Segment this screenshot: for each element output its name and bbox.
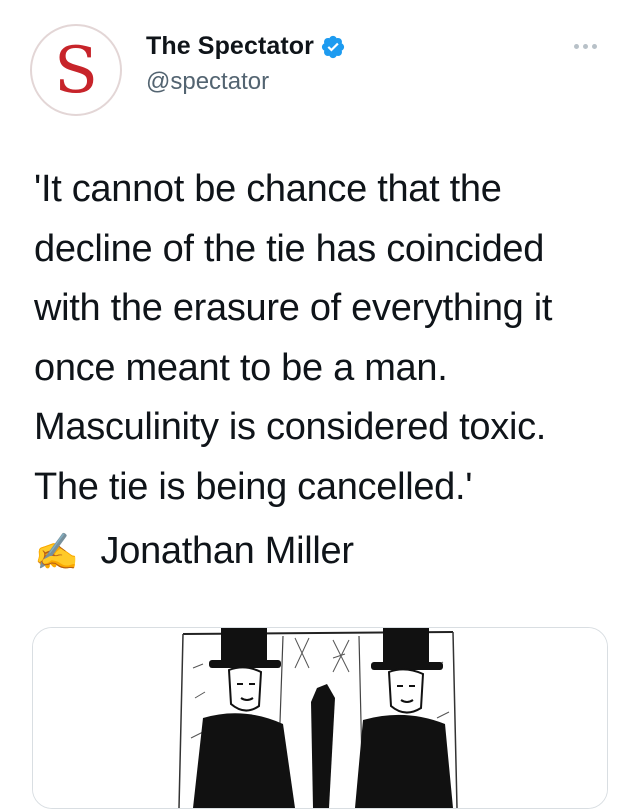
writing-hand-icon: ✍️ — [34, 530, 79, 572]
byline: ✍️ Jonathan Miller — [34, 530, 354, 573]
dot — [592, 44, 597, 49]
verified-badge-icon — [321, 35, 345, 58]
tweet-line: 'It cannot be chance that the — [34, 168, 502, 210]
tweet-line: The tie is being cancelled.' — [34, 465, 473, 508]
more-options-icon[interactable] — [574, 44, 597, 49]
name-row: The Spectator — [146, 32, 346, 61]
avatar[interactable]: S — [30, 24, 122, 116]
tweet-text: 'It cannot be chance that the decline of… — [34, 160, 614, 517]
cartoon-illustration — [33, 628, 607, 808]
tweet-line: decline of the tie has coincided — [34, 227, 545, 270]
display-name[interactable]: The Spectator — [146, 32, 314, 61]
tweet-line: once meant to be a man. — [34, 346, 448, 389]
tweet-line: Masculinity is considered toxic. — [34, 406, 547, 448]
dot — [583, 44, 588, 49]
tweet-line: with the erasure of everything it — [34, 287, 553, 329]
avatar-letter: S — [54, 34, 98, 108]
dot — [574, 44, 579, 49]
byline-author: Jonathan Miller — [100, 530, 355, 572]
account-handle[interactable]: @spectator — [146, 68, 269, 96]
